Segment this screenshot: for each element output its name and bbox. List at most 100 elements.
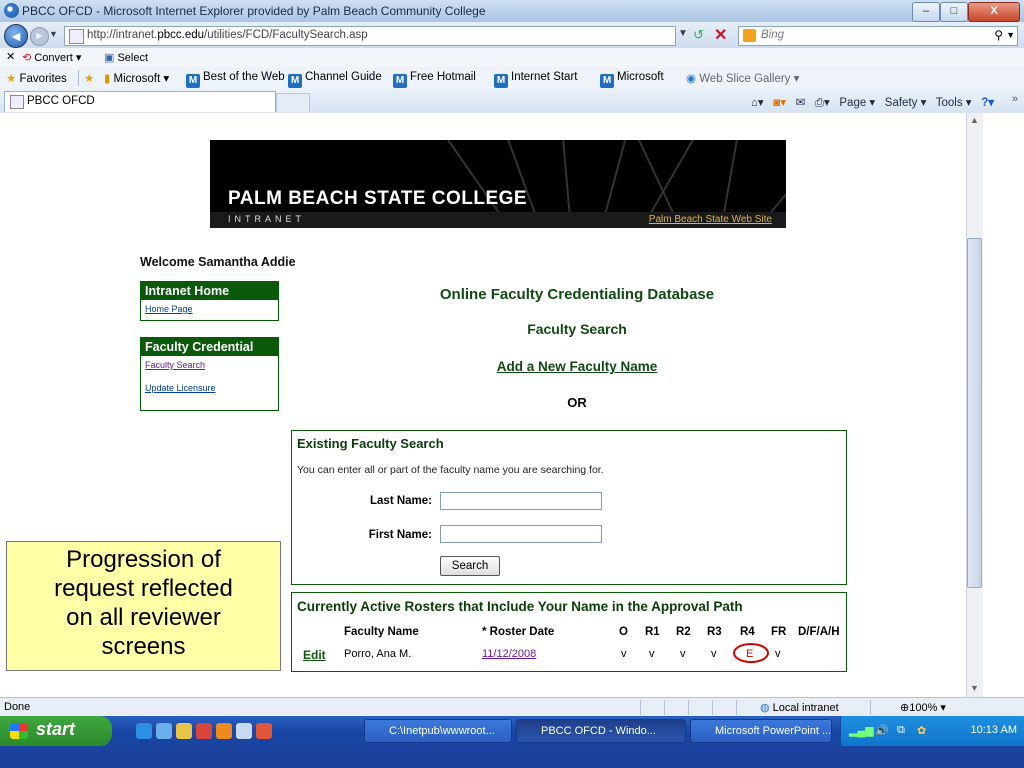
close-button[interactable]: X <box>968 2 1020 22</box>
roster-faculty-name: Porro, Ana M. <box>344 648 412 660</box>
convert-icon: ⟲ <box>22 52 32 64</box>
last-name-input[interactable] <box>440 492 602 510</box>
app2-quicklaunch-icon[interactable] <box>216 723 232 739</box>
security-zone: ◍ Local intranet <box>760 702 839 714</box>
browser-quicklaunch-icon[interactable] <box>156 723 172 739</box>
convert-button[interactable]: ⟲ Convert ▾ <box>22 51 81 64</box>
tray-app-icon[interactable]: ✿ <box>917 724 926 737</box>
status-r3: v <box>711 648 717 660</box>
safety-menu[interactable]: Safety ▾ <box>885 97 927 109</box>
col-r3: R3 <box>707 626 722 638</box>
favorites-button[interactable]: ★ Favorites <box>6 71 67 85</box>
ie-quicklaunch-icon[interactable] <box>136 723 152 739</box>
signal-icon[interactable]: ▂▄▆ <box>849 724 874 737</box>
intranet-home-header: Intranet Home <box>141 282 278 300</box>
palm-beach-state-web-site-link[interactable]: Palm Beach State Web Site <box>649 214 772 225</box>
annotation-callout: Progression of request reflected on all … <box>6 541 281 671</box>
fav-best-of-web[interactable]: M Best of the Web <box>186 71 285 88</box>
recent-pages-chevron-icon[interactable]: ▼ <box>49 29 58 39</box>
taskbar-explorer-window[interactable]: C:\Inetpub\wwwroot... <box>364 719 512 743</box>
first-name-input[interactable] <box>440 525 602 543</box>
address-bar[interactable]: http://intranet.pbcc.edu/utilities/FCD/F… <box>64 26 676 46</box>
tab-pbcc-ofcd[interactable]: PBCC OFCD <box>4 91 276 112</box>
home-icon[interactable]: ⌂▾ <box>751 97 764 109</box>
select-icon: ▣ <box>104 52 115 64</box>
rosters-header: Currently Active Rosters that Include Yo… <box>297 599 743 614</box>
col-roster-date: * Roster Date <box>482 626 555 638</box>
fav-free-hotmail[interactable]: M Free Hotmail <box>393 71 476 88</box>
address-dropdown-icon[interactable]: ▼ <box>678 28 688 39</box>
home-page-link[interactable]: Home Page <box>141 300 278 314</box>
page-title: Online Faculty Credentialing Database <box>439 286 715 303</box>
fav-channel-guide[interactable]: M Channel Guide <box>288 71 382 88</box>
network-icon[interactable]: ⧉ <box>897 724 905 737</box>
refresh-icon[interactable]: ↺ <box>693 27 704 43</box>
status-bar: Done ◍ Local intranet ⊕100% ▾ <box>0 697 1024 717</box>
scroll-up-arrow-icon[interactable]: ▲ <box>970 115 979 125</box>
app3-quicklaunch-icon[interactable] <box>236 723 252 739</box>
help-menu[interactable]: ?▾ <box>981 97 994 109</box>
msn-icon: M <box>288 74 302 88</box>
page-icon <box>69 29 84 44</box>
zoom-icon: ⊕ <box>900 702 910 714</box>
edit-roster-link[interactable]: Edit <box>303 648 326 662</box>
col-o: O <box>619 626 628 638</box>
explorer-quicklaunch-icon[interactable] <box>176 723 192 739</box>
feeds-icon[interactable]: ◙▾ <box>773 97 786 109</box>
forward-button[interactable]: ► <box>30 27 49 46</box>
search-box[interactable]: Bing ⚲ ▼ <box>738 26 1018 46</box>
add-faculty-link[interactable]: Add a New Faculty Name <box>367 359 787 374</box>
select-button[interactable]: ▣ Select <box>104 51 148 64</box>
scroll-down-arrow-icon[interactable]: ▼ <box>970 683 979 693</box>
msn-icon: M <box>600 74 614 88</box>
faculty-search-link[interactable]: Faculty Search <box>141 356 278 370</box>
page-menu[interactable]: Page ▾ <box>839 97 875 109</box>
welcome-message: Welcome Samantha Addie <box>140 255 296 269</box>
callout-line: screens <box>101 633 186 660</box>
tools-menu[interactable]: Tools ▾ <box>936 97 972 109</box>
mail-icon[interactable]: ✉ <box>796 97 806 109</box>
banner-intranet-label: INTRANET <box>228 214 305 224</box>
back-button[interactable]: ◄ <box>4 24 28 48</box>
zoom-level[interactable]: ⊕100% ▾ <box>900 701 946 714</box>
taskbar-ie-window[interactable]: PBCC OFCD - Windo... <box>516 719 686 743</box>
search-panel-header: Existing Faculty Search <box>297 436 444 451</box>
close-toolbar-icon[interactable]: ✕ <box>6 50 15 63</box>
app-quicklaunch-icon[interactable] <box>196 723 212 739</box>
new-tab-button[interactable] <box>276 93 310 112</box>
bing-icon <box>743 29 756 42</box>
powerpoint-quicklaunch-icon[interactable] <box>256 723 272 739</box>
system-tray: ▂▄▆ 🔊 ⧉ ✿ 10:13 AM <box>840 716 1024 746</box>
windows-taskbar: start C:\Inetpub\wwwroot... PBCC OFCD - … <box>0 716 1024 768</box>
taskbar-powerpoint-window[interactable]: Microsoft PowerPoint ... <box>690 719 832 743</box>
fav-microsoft-folder[interactable]: ▮ Microsoft ▾ <box>104 71 169 85</box>
stop-icon[interactable]: ✕ <box>714 25 727 45</box>
print-icon[interactable]: ⎙▾ <box>815 97 830 109</box>
page-icon <box>10 95 24 109</box>
toolbar-overflow-icon[interactable]: » <box>1012 93 1018 105</box>
first-name-label: First Name: <box>368 529 432 541</box>
tab-label: PBCC OFCD <box>27 95 95 107</box>
maximize-button[interactable]: □ <box>940 2 968 22</box>
roster-date-link[interactable]: 11/12/2008 <box>482 648 536 660</box>
scrollbar-thumb[interactable] <box>967 238 982 588</box>
search-icon[interactable]: ⚲ <box>994 28 1003 42</box>
start-label: start <box>36 719 76 739</box>
start-button[interactable]: start <box>0 716 112 746</box>
search-dropdown-icon[interactable]: ▼ <box>1006 30 1015 40</box>
msn-icon: M <box>186 74 200 88</box>
volume-icon[interactable]: 🔊 <box>875 724 889 737</box>
status-text: Done <box>4 701 31 713</box>
add-favorite-icon: ★ <box>84 73 95 85</box>
search-button[interactable]: Search <box>440 556 500 576</box>
fav-internet-start[interactable]: M Internet Start <box>494 71 577 88</box>
status-o: v <box>621 648 627 660</box>
add-favorites-button[interactable]: ★ <box>84 71 94 85</box>
fav-microsoft[interactable]: M Microsoft <box>600 71 664 88</box>
update-licensure-link[interactable]: Update Licensure <box>141 370 278 393</box>
windows-logo-icon <box>10 723 28 739</box>
minimize-button[interactable]: – <box>912 2 940 22</box>
window-title-bar[interactable]: PBCC OFCD - Microsoft Internet Explorer … <box>0 0 1024 22</box>
globe-icon: ◍ <box>760 702 770 714</box>
web-slice-gallery[interactable]: ◉ Web Slice Gallery ▾ <box>686 71 799 85</box>
